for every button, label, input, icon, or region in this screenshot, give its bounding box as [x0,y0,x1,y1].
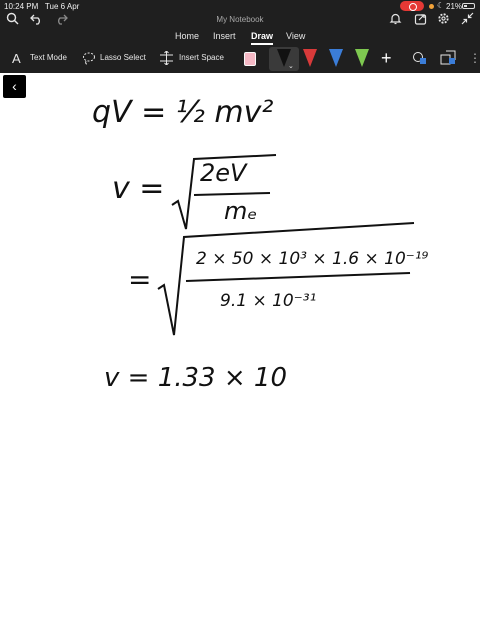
tab-home[interactable]: Home [175,31,199,41]
settings-icon[interactable] [437,12,450,28]
tab-view[interactable]: View [286,31,305,41]
status-time-date: 10:24 PM Tue 6 Apr [4,2,80,11]
insert-space-icon [159,50,174,70]
title-bar: My Notebook [0,12,480,28]
handwritten-v-lhs: v = [112,171,165,206]
bell-icon[interactable] [389,12,402,28]
ribbon-tabs: Home Insert Draw View [0,31,480,45]
screen-recording-icon [400,1,424,11]
text-mode-button[interactable]: Text Mode [30,53,67,62]
eraser-icon[interactable] [244,52,256,66]
handwritten-equation-1: qV = ½ mv² [92,95,274,130]
share-icon[interactable] [414,12,427,28]
convert-ink-icon[interactable] [440,50,456,71]
handwritten-numerator-2: 2 × 50 × 10³ × 1.6 × 10⁻¹⁹ [196,249,429,269]
lasso-select-button[interactable]: Lasso Select [100,53,146,62]
notebook-title: My Notebook [216,15,264,24]
app-header: 10:24 PM Tue 6 Apr ☾ 21% My Notebook Hom… [0,0,480,73]
tab-insert[interactable]: Insert [213,31,236,41]
tab-draw[interactable]: Draw [251,31,273,41]
collapse-icon[interactable] [461,12,474,28]
shapes-icon[interactable] [412,51,428,70]
chevron-down-icon[interactable]: ⌄ [288,62,294,70]
handwritten-result: v = 1.33 × 10 [104,363,287,393]
insert-space-button[interactable]: Insert Space [179,53,224,62]
highlighter-green-icon[interactable] [355,49,369,67]
lasso-icon [82,51,96,70]
more-tools-icon[interactable]: ⋮ [469,51,480,65]
handwritten-numerator-1: 2eV [200,159,247,187]
pen-blue-icon[interactable] [329,49,343,67]
privacy-dot-icon [429,4,434,9]
battery-percentage: 21% [446,2,463,11]
handwritten-equals: = [128,263,152,296]
pen-red-icon[interactable] [303,49,317,67]
text-mode-icon: A [12,51,21,66]
note-canvas[interactable]: qV = ½ mv² v = 2eV mₑ = 2 × 50 × 10³ × 1… [0,73,480,640]
square-root-sign-2 [157,222,415,336]
battery-icon [462,3,475,9]
handwritten-denominator-2: 9.1 × 10⁻³¹ [220,291,317,311]
draw-toolbar: A Text Mode Lasso Select Insert Space ⌄ … [0,45,480,73]
moon-icon: ☾ [437,1,445,10]
add-pen-icon[interactable]: + [381,48,392,69]
